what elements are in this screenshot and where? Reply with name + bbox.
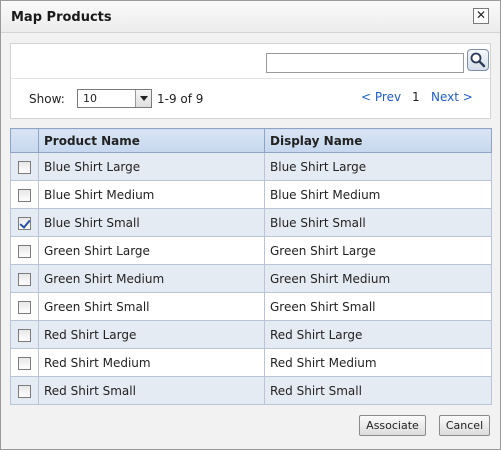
row-checkbox-cell (10, 292, 39, 321)
row-checkbox-cell (10, 180, 39, 209)
row-checkbox-cell (10, 320, 39, 349)
display-name-cell: Green Shirt Medium (264, 264, 492, 293)
map-products-dialog: Map Products ✕ Show: 10 1-9 of 9 < Prev … (0, 0, 501, 450)
next-page-link[interactable]: Next > (431, 90, 473, 104)
prev-page-link[interactable]: < Prev (361, 90, 401, 104)
result-range: 1-9 of 9 (157, 92, 204, 106)
page-size-value: 10 (83, 92, 97, 105)
row-checkbox[interactable] (18, 328, 31, 342)
display-name-cell: Blue Shirt Large (264, 152, 492, 181)
display-name-cell: Red Shirt Medium (264, 348, 492, 377)
column-header-product-name[interactable]: Product Name (38, 128, 265, 153)
product-name-cell: Red Shirt Small (38, 376, 265, 405)
product-name-cell: Red Shirt Medium (38, 348, 265, 377)
product-name-cell: Blue Shirt Small (38, 208, 265, 237)
toolbar-divider (11, 78, 490, 79)
search-input[interactable] (266, 53, 464, 73)
product-name-cell: Red Shirt Large (38, 320, 265, 349)
column-header-display-name[interactable]: Display Name (264, 128, 492, 153)
row-checkbox[interactable] (18, 384, 31, 398)
chevron-down-icon[interactable] (135, 90, 151, 107)
row-checkbox[interactable] (18, 356, 31, 370)
toolbar-panel: Show: 10 1-9 of 9 < Prev 1 Next > (10, 43, 491, 119)
table-row[interactable]: Red Shirt Large Red Shirt Large (10, 320, 492, 349)
display-name-cell: Red Shirt Small (264, 376, 492, 405)
row-checkbox[interactable] (18, 160, 31, 174)
product-name-cell: Green Shirt Small (38, 292, 265, 321)
row-checkbox-cell (10, 348, 39, 377)
table-row[interactable]: Green Shirt Large Green Shirt Large (10, 236, 492, 265)
row-checkbox-cell (10, 236, 39, 265)
display-name-cell: Green Shirt Small (264, 292, 492, 321)
table-row[interactable]: Blue Shirt Medium Blue Shirt Medium (10, 180, 492, 209)
product-name-cell: Green Shirt Large (38, 236, 265, 265)
current-page-number: 1 (412, 90, 420, 104)
display-name-cell: Blue Shirt Medium (264, 180, 492, 209)
display-name-cell: Blue Shirt Small (264, 208, 492, 237)
display-name-cell: Red Shirt Large (264, 320, 492, 349)
product-name-cell: Green Shirt Medium (38, 264, 265, 293)
table-row[interactable]: Green Shirt Medium Green Shirt Medium (10, 264, 492, 293)
cancel-button[interactable]: Cancel (439, 415, 490, 436)
products-table: Product Name Display Name Blue Shirt Lar… (10, 128, 492, 405)
row-checkbox-cell (10, 152, 39, 181)
search-button[interactable] (467, 49, 489, 71)
product-name-cell: Blue Shirt Large (38, 152, 265, 181)
product-name-cell: Blue Shirt Medium (38, 180, 265, 209)
row-checkbox[interactable] (18, 216, 31, 230)
table-row[interactable]: Green Shirt Small Green Shirt Small (10, 292, 492, 321)
row-checkbox[interactable] (18, 188, 31, 202)
page-size-select[interactable]: 10 (77, 89, 152, 108)
row-checkbox-cell (10, 264, 39, 293)
row-checkbox[interactable] (18, 300, 31, 314)
table-body: Blue Shirt Large Blue Shirt Large Blue Shi… (10, 152, 492, 405)
select-column-header (10, 128, 39, 153)
associate-button[interactable]: Associate (359, 415, 426, 436)
table-row[interactable]: Red Shirt Medium Red Shirt Medium (10, 348, 492, 377)
dialog-titlebar: Map Products ✕ (1, 1, 500, 33)
row-checkbox-cell (10, 208, 39, 237)
table-row[interactable]: Blue Shirt Large Blue Shirt Large (10, 152, 492, 181)
table-header-row: Product Name Display Name (10, 128, 492, 153)
show-label: Show: (29, 92, 65, 106)
row-checkbox[interactable] (18, 244, 31, 258)
search-icon (470, 52, 486, 68)
table-row[interactable]: Red Shirt Small Red Shirt Small (10, 376, 492, 405)
row-checkbox-cell (10, 376, 39, 405)
close-button[interactable]: ✕ (473, 8, 489, 24)
close-icon: ✕ (475, 8, 487, 22)
dialog-title: Map Products (11, 10, 112, 25)
display-name-cell: Green Shirt Large (264, 236, 492, 265)
table-row[interactable]: Blue Shirt Small Blue Shirt Small (10, 208, 492, 237)
row-checkbox[interactable] (18, 272, 31, 286)
